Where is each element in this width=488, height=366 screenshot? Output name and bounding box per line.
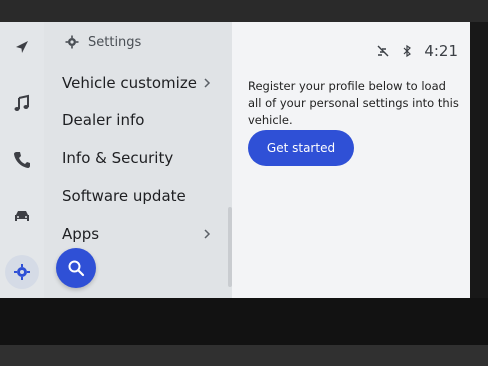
profile-prompt-text: Register your profile below to load all … xyxy=(248,79,459,127)
music-note-icon xyxy=(14,94,29,111)
get-started-button[interactable]: Get started xyxy=(248,130,354,166)
menu-item-label: Dealer info xyxy=(62,111,145,129)
navigation-arrow-icon xyxy=(16,41,28,53)
rail-phone[interactable] xyxy=(0,144,44,176)
rail-navigation[interactable] xyxy=(0,32,44,64)
rail-settings-highlight xyxy=(5,255,39,289)
main-panel: 4:21 Register your profile below to load… xyxy=(232,22,470,298)
screen-bezel-top xyxy=(0,0,488,22)
search-button[interactable] xyxy=(56,248,96,288)
menu-item-vehicle-customize[interactable]: Vehicle customize xyxy=(62,66,227,100)
chevron-right-icon xyxy=(204,78,211,88)
search-icon xyxy=(68,260,85,277)
settings-gear-icon xyxy=(14,264,30,280)
rail-music[interactable] xyxy=(0,88,44,120)
clock-time: 4:21 xyxy=(424,42,458,60)
left-rail xyxy=(0,22,45,298)
menu-item-label: Info & Security xyxy=(62,149,174,167)
rail-settings[interactable] xyxy=(0,255,44,289)
menu-item-info-security[interactable]: Info & Security xyxy=(62,141,227,175)
no-signal-icon xyxy=(377,45,389,57)
chevron-right-icon xyxy=(204,229,211,239)
phone-icon xyxy=(14,152,30,168)
menu-item-label: Software update xyxy=(62,187,186,205)
status-bar: 4:21 xyxy=(376,42,458,60)
gear-icon xyxy=(65,35,79,49)
menu-item-dealer-info[interactable]: Dealer info xyxy=(62,103,227,137)
rail-vehicle[interactable] xyxy=(0,200,44,232)
menu-item-apps[interactable]: Apps xyxy=(62,217,227,251)
dashboard-trim xyxy=(0,345,488,366)
menu-item-label: Apps xyxy=(62,225,100,243)
menu-item-label: Vehicle customize xyxy=(62,74,197,92)
bluetooth-icon xyxy=(403,44,412,58)
menu-header: Settings xyxy=(64,34,141,50)
menu-title: Settings xyxy=(88,34,142,50)
infotainment-screen: Settings Vehicle customize Dealer info I… xyxy=(0,22,470,298)
car-icon xyxy=(15,211,29,221)
menu-item-software-update[interactable]: Software update xyxy=(62,179,227,213)
